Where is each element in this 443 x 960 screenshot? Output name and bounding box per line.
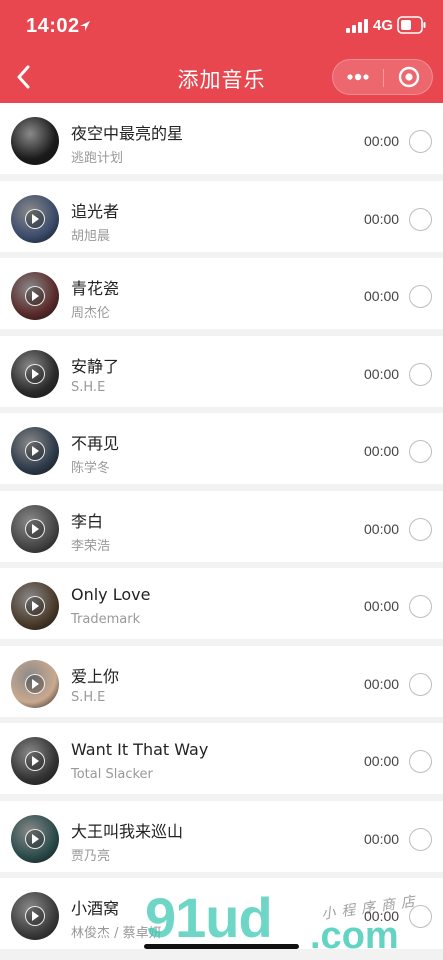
nav-bar: 添加音乐 — [0, 50, 443, 103]
network-type: 4G — [373, 17, 394, 34]
song-duration: 00:00 — [364, 908, 400, 924]
song-artist: 胡旭晨 — [71, 228, 111, 244]
status-time: 14:02 — [26, 15, 80, 37]
signal-icon — [346, 19, 368, 33]
play-icon[interactable] — [25, 518, 45, 539]
play-icon[interactable] — [25, 596, 45, 616]
song-artist: 逃跑计划 — [71, 151, 124, 166]
album-cover — [11, 582, 59, 630]
app-header: 14:02 4G 添加音乐 — [0, 0, 443, 103]
album-cover — [11, 659, 59, 708]
play-icon[interactable] — [25, 363, 45, 384]
song-item[interactable]: 不再见陈学冬 00:00 — [0, 413, 443, 484]
song-item[interactable]: Only Love Trademark 00:00 — [0, 568, 443, 639]
select-radio[interactable] — [409, 517, 432, 541]
more-button[interactable] — [333, 60, 383, 94]
song-artist: 李荣浩 — [71, 538, 111, 554]
song-duration: 00:00 — [364, 365, 400, 382]
song-artist: Total Slacker — [71, 767, 153, 782]
song-title: 安静了 — [71, 356, 120, 376]
play-icon[interactable] — [25, 906, 45, 926]
target-close-icon — [398, 66, 420, 88]
album-cover — [11, 349, 59, 398]
battery-icon — [397, 16, 426, 34]
song-title: 青花瓷 — [71, 279, 120, 298]
play-icon[interactable] — [25, 828, 45, 849]
select-radio[interactable] — [409, 285, 432, 308]
song-item[interactable]: 大王叫我来巡山贾乃亮 00:00 — [0, 800, 443, 872]
select-radio[interactable] — [409, 362, 432, 386]
song-duration: 00:00 — [364, 753, 400, 769]
song-item[interactable]: 安静了 S.H.E 00:00 — [0, 335, 443, 407]
location-arrow-icon — [80, 21, 90, 31]
song-duration: 00:00 — [364, 598, 400, 614]
song-title: 夜空中最亮的星 — [71, 124, 184, 143]
song-artist: 贾乃亮 — [71, 848, 111, 864]
song-item[interactable]: 小酒窝林俊杰 / 蔡卓妍 00:00 — [0, 878, 443, 949]
select-radio[interactable] — [409, 750, 432, 773]
select-radio[interactable] — [409, 130, 432, 153]
select-radio[interactable] — [409, 207, 432, 231]
play-icon[interactable] — [25, 286, 45, 306]
song-artist: 陈学冬 — [71, 461, 111, 476]
album-cover — [11, 272, 59, 320]
play-icon[interactable] — [25, 208, 45, 229]
song-duration: 00:00 — [364, 210, 400, 227]
more-dots-icon — [347, 73, 369, 81]
play-icon[interactable] — [25, 673, 45, 694]
song-artist: Trademark — [71, 612, 141, 627]
song-artist: S.H.E — [71, 379, 106, 395]
select-radio[interactable] — [409, 905, 432, 928]
song-artist: 周杰伦 — [71, 306, 111, 321]
select-radio[interactable] — [409, 440, 432, 463]
song-artist: S.H.E — [71, 689, 106, 705]
song-item[interactable]: 追光者胡旭晨 00:00 — [0, 180, 443, 252]
select-radio[interactable] — [409, 672, 432, 696]
album-cover — [11, 427, 59, 475]
song-title: 不再见 — [71, 434, 120, 453]
song-item[interactable]: 青花瓷周杰伦 00:00 — [0, 258, 443, 329]
song-item[interactable]: Want It That Way Total Slacker 00:00 — [0, 723, 443, 794]
home-indicator — [144, 944, 299, 949]
song-duration: 00:00 — [364, 520, 400, 537]
song-duration: 00:00 — [364, 133, 400, 149]
song-duration: 00:00 — [364, 288, 400, 304]
song-duration: 00:00 — [364, 443, 400, 459]
play-icon[interactable] — [25, 751, 45, 771]
song-title: Only Love — [71, 585, 151, 604]
song-duration: 00:00 — [364, 675, 400, 692]
album-cover — [11, 117, 59, 165]
album-cover — [11, 504, 59, 553]
song-duration: 00:00 — [364, 830, 400, 847]
album-cover — [11, 814, 59, 863]
album-cover — [11, 892, 59, 940]
select-radio[interactable] — [409, 595, 432, 618]
song-title: 大王叫我来巡山 — [71, 821, 184, 841]
mini-program-capsule — [332, 59, 433, 95]
song-item[interactable]: 夜空中最亮的星逃跑计划 00:00 — [0, 103, 443, 174]
album-cover — [11, 194, 59, 243]
song-title: 小酒窝 — [71, 899, 120, 918]
album-cover — [11, 737, 59, 785]
song-title: 追光者 — [71, 201, 120, 221]
song-title: Want It That Way — [71, 740, 209, 759]
select-radio[interactable] — [409, 827, 432, 851]
close-mini-program-button[interactable] — [384, 60, 434, 94]
song-item[interactable]: 爱上你 S.H.E 00:00 — [0, 645, 443, 717]
song-item[interactable]: 李白李荣浩 00:00 — [0, 490, 443, 562]
song-title: 李白 — [71, 511, 104, 531]
song-artist: 林俊杰 / 蔡卓妍 — [71, 926, 162, 941]
song-title: 爱上你 — [71, 666, 120, 686]
song-list: 夜空中最亮的星 逃跑计划 00:00 追光者 胡旭晨 00:00 青花瓷 周杰伦 00:00 安静… — [0, 103, 443, 956]
play-icon[interactable] — [25, 441, 45, 461]
status-bar: 14:02 4G — [0, 0, 443, 50]
